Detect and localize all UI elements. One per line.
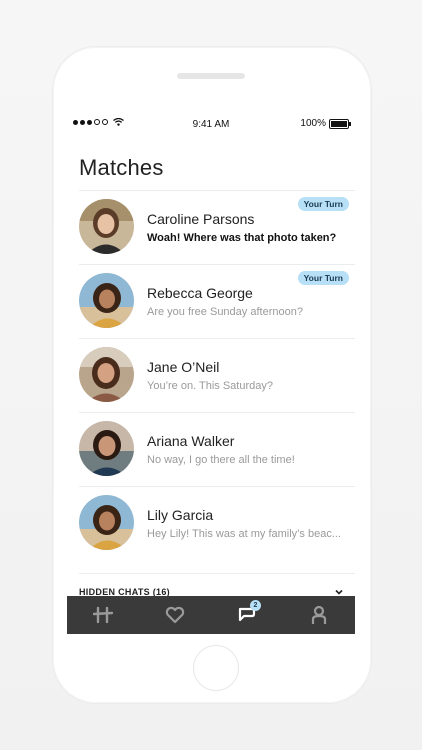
match-name: Ariana Walker — [147, 433, 235, 449]
battery-icon — [329, 118, 351, 129]
phone-speaker — [177, 73, 245, 79]
match-name: Caroline Parsons — [147, 211, 255, 227]
message-preview: No way, I go there all the time! — [147, 454, 295, 466]
list-item[interactable]: Caroline Parsons Woah! Where was that ph… — [79, 190, 355, 264]
tab-likes[interactable] — [155, 596, 195, 634]
tab-profile[interactable] — [299, 596, 339, 634]
avatar — [79, 421, 134, 476]
profile-icon — [311, 605, 327, 624]
your-turn-badge: Your Turn — [297, 197, 349, 211]
chevron-down-icon — [335, 589, 343, 595]
message-preview: Hey Lily! This was at my family’s beac..… — [147, 528, 341, 540]
chat-badge: 2 — [250, 600, 261, 611]
status-bar: 9:41 AM 100% — [67, 112, 355, 134]
avatar — [79, 273, 134, 328]
tab-home[interactable] — [83, 596, 123, 634]
your-turn-badge: Your Turn — [297, 271, 349, 285]
list-item[interactable]: Ariana Walker No way, I go there all the… — [79, 412, 355, 486]
home-button[interactable] — [193, 645, 239, 691]
list-item[interactable]: Lily Garcia Hey Lily! This was at my fam… — [79, 486, 355, 574]
match-name: Lily Garcia — [147, 507, 214, 523]
page-title: Matches — [79, 155, 164, 180]
message-preview: You’re on. This Saturday? — [147, 380, 273, 392]
hinge-logo-icon — [93, 606, 113, 624]
matches-list: Caroline Parsons Woah! Where was that ph… — [67, 190, 355, 574]
tab-bar: 2 — [67, 596, 355, 634]
avatar — [79, 495, 134, 550]
avatar — [79, 199, 134, 254]
list-item[interactable]: Rebecca George Are you free Sunday after… — [79, 264, 355, 338]
tab-matches[interactable]: 2 — [227, 596, 267, 634]
message-preview: Are you free Sunday afternoon? — [147, 306, 303, 318]
heart-icon — [165, 606, 185, 624]
avatar — [79, 347, 134, 402]
app-screen: 9:41 AM 100% Matches Caroline Parsons Wo… — [67, 112, 355, 634]
message-preview: Woah! Where was that photo taken? — [147, 232, 337, 244]
match-name: Jane O’Neil — [147, 359, 220, 375]
battery-indicator: 100% — [300, 118, 351, 129]
match-name: Rebecca George — [147, 285, 253, 301]
battery-percent: 100% — [300, 118, 326, 129]
list-item[interactable]: Jane O’Neil You’re on. This Saturday? — [79, 338, 355, 412]
